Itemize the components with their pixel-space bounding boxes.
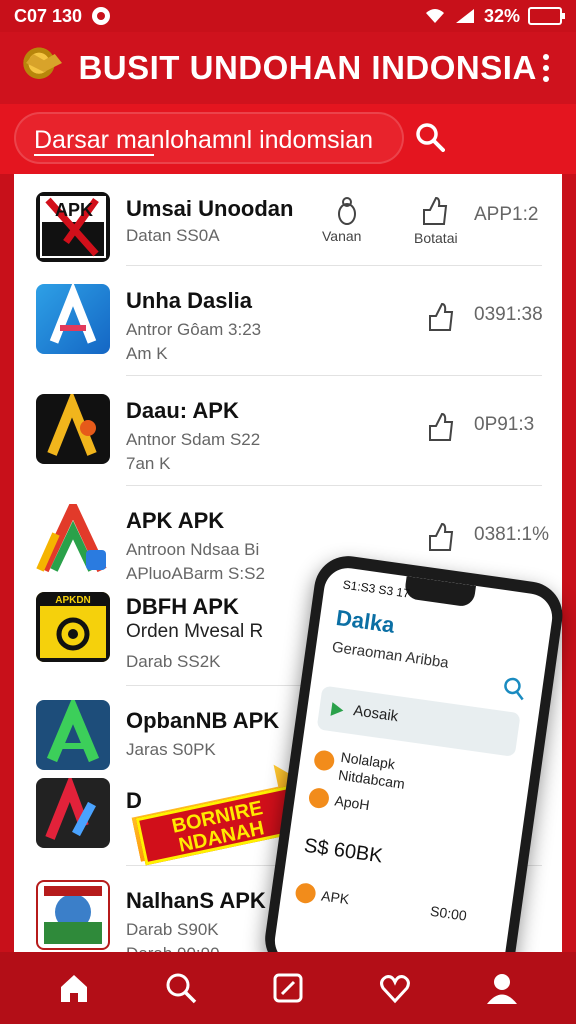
red-blue-a-icon <box>36 778 110 848</box>
list-item[interactable]: APK Umsai Unoodan Datan SS0A Vanan Botat… <box>14 174 562 266</box>
phone-item: Nitdabcam <box>337 766 406 792</box>
app-name: Umsai Unoodan <box>126 196 294 221</box>
nav-profile[interactable] <box>480 966 524 1010</box>
search-icon <box>504 677 524 701</box>
green-a-icon <box>36 700 110 770</box>
search-bar: Darsar manlohamnl indomsian <box>0 104 576 174</box>
status-bar: C07 130 32% <box>0 0 576 32</box>
nav-home[interactable] <box>52 966 96 1010</box>
app-details: Orden Mvesal R <box>126 621 264 642</box>
svg-text:APKDN: APKDN <box>55 595 91 606</box>
bug-icon[interactable] <box>330 194 364 228</box>
phone-mockup: S1:S3 S3 17 Dalka Geraoman Aribba Aosaik… <box>260 551 576 1003</box>
battery-icon <box>528 7 565 25</box>
phone-screen: S1:S3 S3 17 Dalka Geraoman Aribba Aosaik… <box>271 565 556 994</box>
app-name: APK APK <box>126 508 225 533</box>
gold-a-icon <box>36 394 110 464</box>
app-details: Datan SS0A <box>126 226 220 245</box>
list-item[interactable]: Unha Daslia Antror Gôam 3:23 Am K 0391:3… <box>14 266 562 376</box>
app-dot-icon <box>312 749 336 772</box>
app-details: Antnor Sdam S22 <box>126 430 261 449</box>
svg-text:APK: APK <box>55 200 93 220</box>
app-details: Antror Gôam 3:23 <box>126 320 262 339</box>
app-title: BUSIT UNDOHAN INDONSIA <box>78 49 537 86</box>
phone-item: APK <box>320 887 351 908</box>
app-size: 7an K <box>126 454 171 473</box>
list-item[interactable]: Daau: APK Antnor Sdam S22 7an K 0P91:3 <box>14 376 562 486</box>
app-name: NalhanS APK <box>126 888 266 913</box>
thumbs-up-icon[interactable] <box>424 410 458 444</box>
phone-title: Dalka <box>334 604 397 638</box>
play-store-icon <box>330 702 344 716</box>
nav-search[interactable] <box>159 966 203 1010</box>
phone-status: S1:S3 S3 17 <box>341 577 411 601</box>
nav-edit[interactable] <box>266 966 310 1010</box>
app-details: Darab S90K <box>126 920 219 939</box>
apkdn-icon: APKDN <box>36 592 110 662</box>
search-icon[interactable] <box>415 122 445 152</box>
signal-icon <box>455 9 474 23</box>
phone-card-label: Aosaik <box>352 702 400 726</box>
garuda-emblem-icon <box>20 44 59 92</box>
more-options-icon[interactable] <box>537 48 556 88</box>
phone-subtitle: Geraoman Aribba <box>330 638 450 672</box>
rainbow-a-icon <box>36 504 110 574</box>
status-time: C07 130 <box>14 5 83 26</box>
bottom-navigation <box>0 952 576 1024</box>
app-meta: 0P91:3 <box>474 414 535 435</box>
app-details: Jaras S0PK <box>126 740 216 759</box>
thumbs-up-icon[interactable] <box>418 194 452 228</box>
thumbs-up-icon[interactable] <box>424 300 458 334</box>
app-name: DBFH APK <box>126 594 239 619</box>
app-name: OpbanNB APK <box>126 708 280 733</box>
apk-x-icon: APK <box>36 192 110 262</box>
app-name: Daau: APK <box>126 398 239 423</box>
app-details: Antroon Ndsaa Bi <box>126 540 260 559</box>
phone-item: ApoH <box>333 792 371 814</box>
phone-price: S$ 60BK <box>302 834 384 868</box>
profile-icon <box>487 974 518 1004</box>
app-dot-icon <box>294 881 317 905</box>
search-icon <box>166 973 197 1004</box>
battery-percent: 32% <box>483 5 520 26</box>
edit-icon <box>273 973 303 1003</box>
app-bar: BUSIT UNDOHAN INDONSIA <box>0 32 576 104</box>
thumbs-up-icon[interactable] <box>424 520 458 554</box>
app-meta: 0391:38 <box>474 304 543 325</box>
globe-badge-icon <box>36 880 110 950</box>
app-size: APluoABarm S:S2 <box>126 564 265 583</box>
heart-icon <box>380 975 411 1004</box>
phone-meta: S0:00 <box>429 902 468 924</box>
phone-notch <box>403 576 477 608</box>
search-input[interactable]: Darsar manlohamnl indomsian <box>14 112 404 164</box>
action-label-2: Botatai <box>414 230 458 246</box>
app-meta: APP1:2 <box>474 204 539 225</box>
app-size: Darab SS2K <box>126 652 221 671</box>
home-icon <box>60 975 87 1002</box>
list-item[interactable]: APK APK Antroon Ndsaa Bi APluoABarm S:S2… <box>14 486 562 586</box>
action-label: Vanan <box>322 228 362 244</box>
notification-icon <box>92 7 111 25</box>
app-size: Am K <box>126 344 168 363</box>
app-meta: 0381:1% <box>474 524 550 545</box>
app-name: Unha Daslia <box>126 288 252 313</box>
nav-favorites[interactable] <box>373 966 417 1010</box>
blue-a-icon <box>36 284 110 354</box>
app-dot-icon <box>307 786 331 810</box>
wifi-icon <box>425 9 444 23</box>
phone-card: Aosaik <box>316 685 521 757</box>
